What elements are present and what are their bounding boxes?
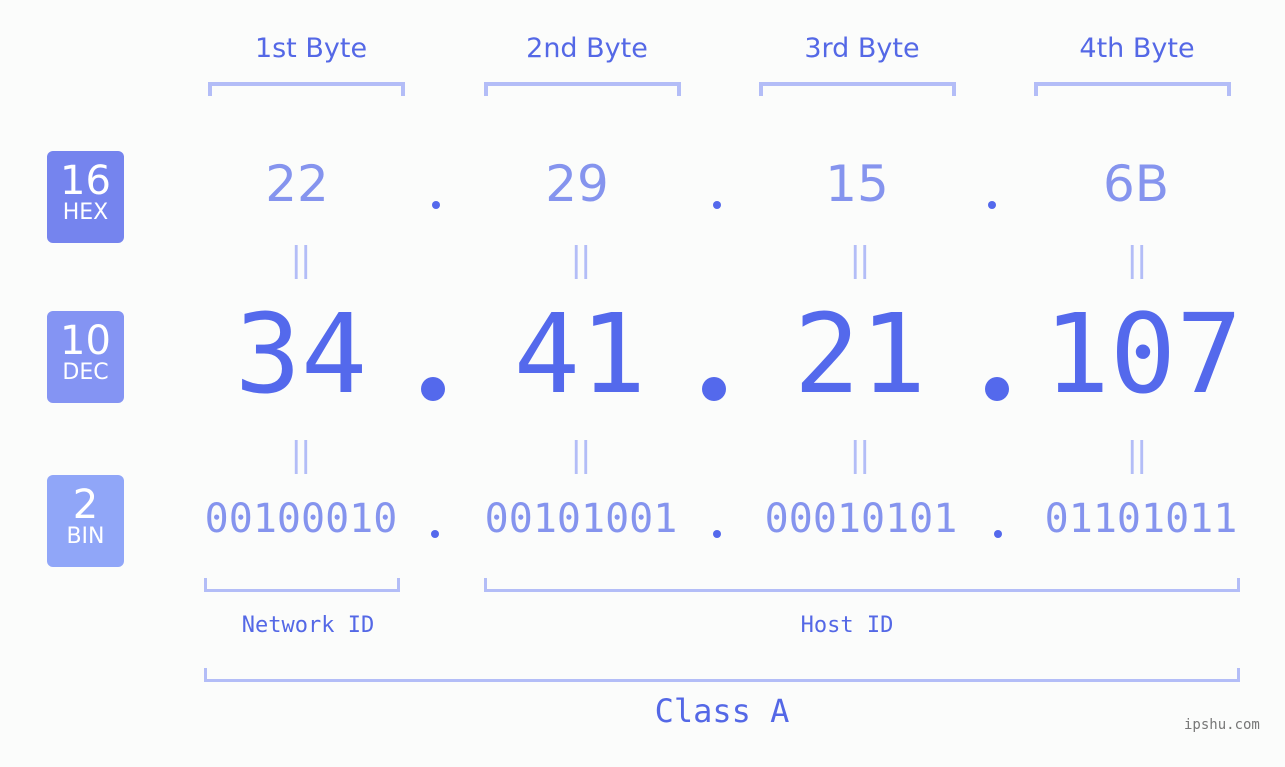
hex-value-1: 22 xyxy=(265,155,329,213)
bin-value-2: 00101001 xyxy=(484,496,678,542)
hex-badge: 16 HEX xyxy=(47,151,124,243)
equals-icon: || xyxy=(849,435,871,475)
hex-value-3: 15 xyxy=(825,155,889,213)
equals-icon: || xyxy=(290,240,312,280)
hex-value-4: 6B xyxy=(1102,155,1170,213)
equals-icon: || xyxy=(570,240,592,280)
bin-dot-3 xyxy=(994,530,1002,538)
equals-icon: || xyxy=(290,435,312,475)
dec-value-2: 41 xyxy=(513,290,647,418)
dec-dot-1 xyxy=(421,377,445,401)
byte-bracket-4 xyxy=(1034,82,1231,96)
hex-dot-1 xyxy=(432,201,440,209)
dec-dot-3 xyxy=(985,377,1009,401)
class-label: Class A xyxy=(654,692,790,730)
network-id-label: Network ID xyxy=(241,613,375,638)
dec-dot-2 xyxy=(702,377,726,401)
bin-value-3: 00010101 xyxy=(764,496,958,542)
byte-label-1: 1st Byte xyxy=(254,33,368,64)
dec-badge: 10 DEC xyxy=(47,311,124,403)
byte-bracket-2 xyxy=(484,82,681,96)
hex-dot-3 xyxy=(988,201,996,209)
host-id-bracket xyxy=(484,578,1240,592)
equals-icon: || xyxy=(849,240,871,280)
equals-icon: || xyxy=(1126,240,1148,280)
dec-value-4: 107 xyxy=(1043,290,1243,418)
equals-icon: || xyxy=(570,435,592,475)
bin-value-1: 00100010 xyxy=(204,496,398,542)
byte-label-2: 2nd Byte xyxy=(526,33,648,64)
dec-value-1: 34 xyxy=(234,290,368,418)
dec-base: 10 xyxy=(60,318,111,364)
hex-name: HEX xyxy=(62,200,109,225)
bin-badge: 2 BIN xyxy=(47,475,124,567)
network-id-bracket xyxy=(204,578,400,592)
watermark: ipshu.com xyxy=(1184,717,1260,733)
hex-dot-2 xyxy=(713,201,721,209)
byte-label-3: 3rd Byte xyxy=(804,33,920,64)
dec-name: DEC xyxy=(62,360,109,385)
host-id-label: Host ID xyxy=(800,613,894,638)
bin-base: 2 xyxy=(72,482,99,528)
byte-bracket-3 xyxy=(759,82,956,96)
bin-dot-1 xyxy=(431,530,439,538)
bin-dot-2 xyxy=(713,530,721,538)
equals-icon: || xyxy=(1126,435,1148,475)
hex-value-2: 29 xyxy=(545,155,609,213)
bin-name: BIN xyxy=(66,524,105,549)
class-bracket xyxy=(204,668,1240,682)
dec-value-3: 21 xyxy=(793,290,927,418)
hex-base: 16 xyxy=(60,158,111,204)
byte-bracket-1 xyxy=(208,82,405,96)
bin-value-4: 01101011 xyxy=(1044,496,1238,542)
byte-label-4: 4th Byte xyxy=(1079,33,1195,64)
